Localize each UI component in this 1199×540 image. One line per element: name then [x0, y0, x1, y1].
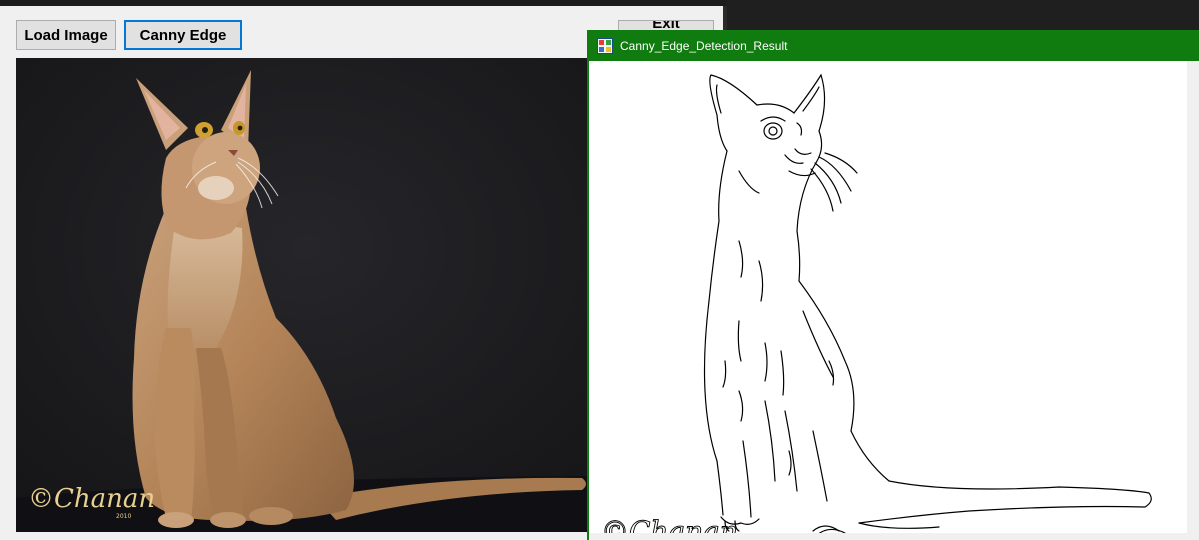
app-window-icon[interactable]: [597, 37, 613, 54]
result-window-bottom-border: [589, 533, 1199, 540]
canny-edge-button-label: Canny Edge: [139, 26, 227, 44]
desktop: Load Image Canny Edge Exit ©Chanan 2010 …: [0, 0, 1199, 540]
edge-result-image: ©Chanan: [589, 61, 1187, 533]
result-watermark: ©Chanan: [601, 515, 739, 533]
source-picture-box: ©Chanan 2010: [16, 58, 596, 532]
canny-result-window: Canny_Edge_Detection_Result ©Chanan: [587, 30, 1199, 540]
result-titlebar[interactable]: Canny_Edge_Detection_Result: [589, 30, 1199, 61]
svg-text:©Chanan: ©Chanan: [601, 515, 738, 533]
result-window-title: Canny_Edge_Detection_Result: [620, 38, 788, 53]
canny-edge-button[interactable]: Canny Edge: [124, 20, 242, 50]
load-image-button[interactable]: Load Image: [16, 20, 116, 50]
load-image-button-label: Load Image: [24, 26, 108, 44]
cat-photo: ©Chanan 2010: [16, 58, 596, 532]
result-window-border: [1187, 61, 1199, 540]
svg-text:2010: 2010: [116, 513, 131, 520]
svg-text:©Chanan: ©Chanan: [28, 484, 155, 514]
edge-drawing: ©Chanan: [589, 61, 1187, 533]
